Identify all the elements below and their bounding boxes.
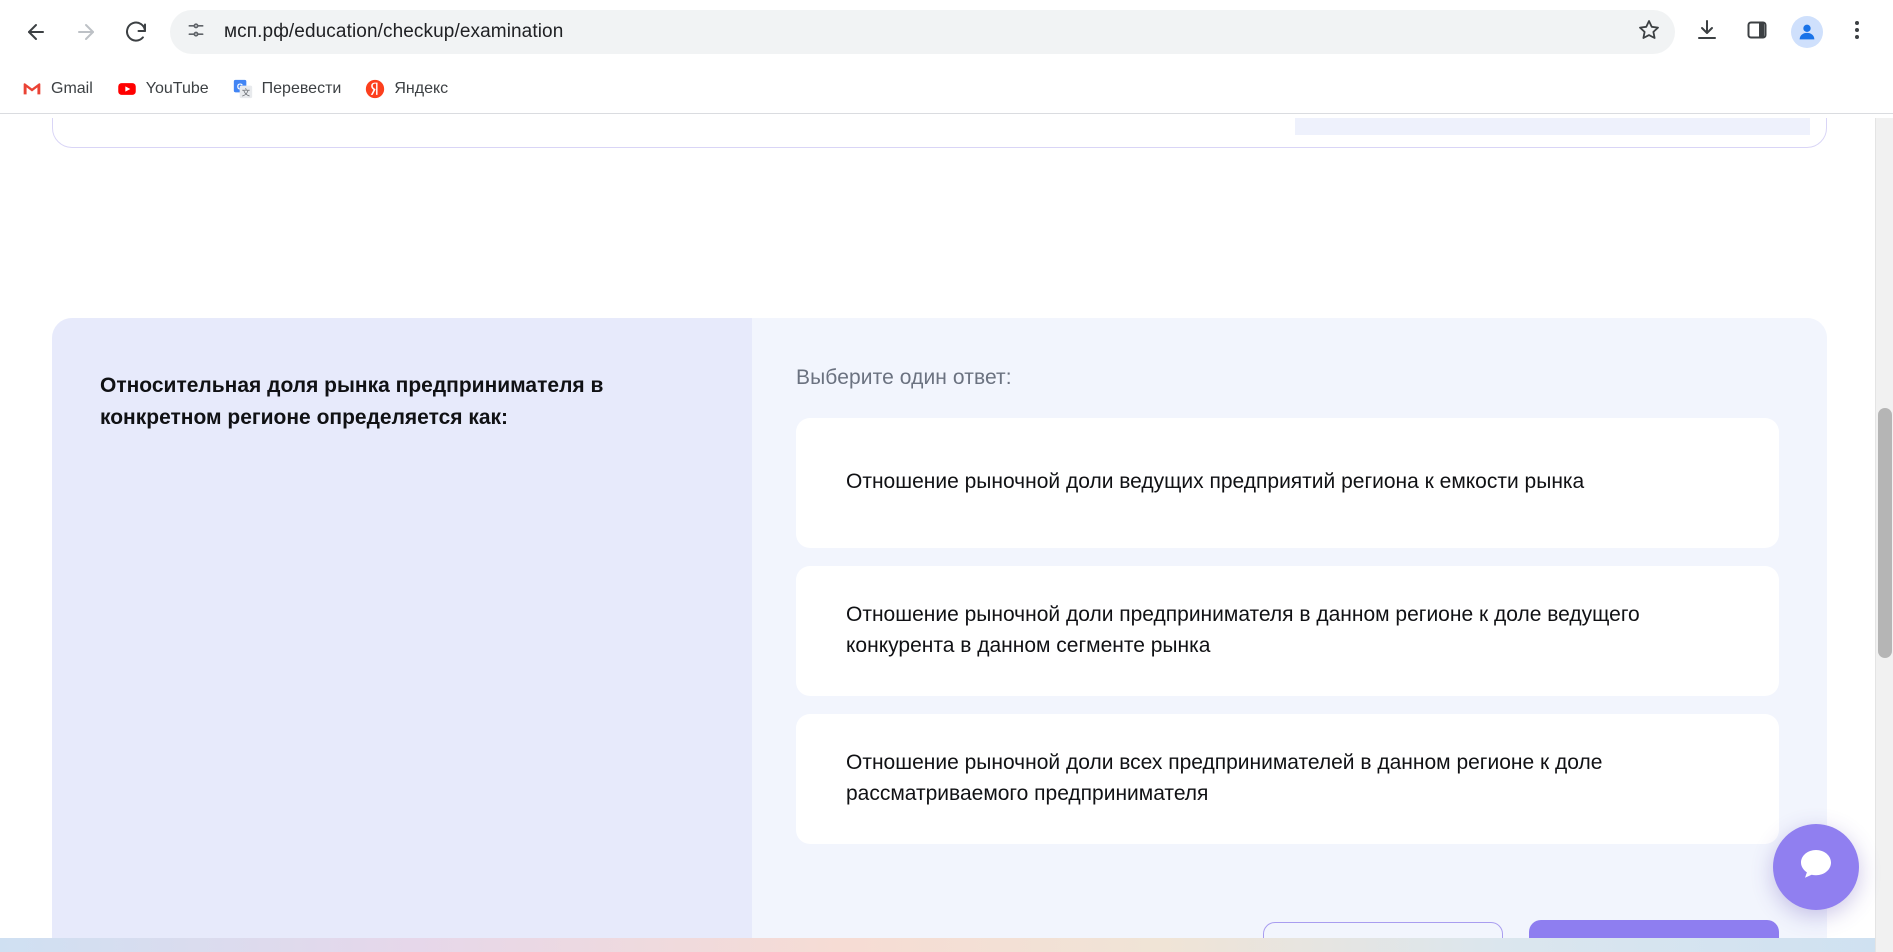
previous-section-card <box>52 118 1827 148</box>
choose-one-answer-label: Выберите один ответ: <box>796 366 1012 389</box>
forward-button[interactable] <box>62 8 110 56</box>
bookmark-youtube[interactable]: YouTube <box>107 71 219 107</box>
answer-option-label: Отношение рыночной доли предпринимателя … <box>846 602 1640 657</box>
question-text: Относительная доля рынка предпринимателя… <box>100 374 604 429</box>
answer-option-label: Отношение рыночной доли всех предпринима… <box>846 750 1603 805</box>
browser-toolbar: мсп.рф/education/checkup/examination <box>0 0 1893 64</box>
downloads-icon <box>1695 18 1719 47</box>
chat-widget-button[interactable] <box>1773 824 1859 910</box>
page-scrollbar[interactable] <box>1875 118 1893 952</box>
footer-gradient-strip <box>0 938 1875 952</box>
gmail-icon <box>22 79 42 99</box>
question-panel: Относительная доля рынка предпринимателя… <box>52 318 752 952</box>
url-text[interactable]: мсп.рф/education/checkup/examination <box>224 21 563 43</box>
yandex-icon <box>365 79 385 99</box>
page-content: Относительная доля рынка предпринимателя… <box>0 118 1875 952</box>
reload-icon <box>124 20 148 44</box>
browser-menu-button[interactable] <box>1833 8 1881 56</box>
bookmarks-bar: Gmail YouTube G 文 Перевести <box>0 64 1893 114</box>
browser-chrome: мсп.рф/education/checkup/examination Gma… <box>0 0 1893 118</box>
bookmark-gmail[interactable]: Gmail <box>12 71 103 107</box>
page-viewport: Относительная доля рынка предпринимателя… <box>0 118 1893 952</box>
answer-option[interactable]: Отношение рыночной доли всех предпринима… <box>796 714 1779 844</box>
bookmark-label: YouTube <box>145 79 209 97</box>
downloads-button[interactable] <box>1683 8 1731 56</box>
profile-button[interactable] <box>1783 8 1831 56</box>
answers-panel: Выберите один ответ: Отношение рыночной … <box>752 318 1827 952</box>
youtube-icon <box>117 79 137 99</box>
chat-bubble-icon <box>1793 842 1839 893</box>
back-arrow-icon <box>24 20 48 44</box>
three-dot-menu-icon <box>1845 18 1869 47</box>
previous-section-tab <box>1295 118 1810 135</box>
side-panel-button[interactable] <box>1733 8 1781 56</box>
reload-button[interactable] <box>112 8 160 56</box>
site-settings-button[interactable] <box>178 14 214 50</box>
bookmark-button[interactable] <box>1629 12 1669 52</box>
google-translate-icon: G 文 <box>233 79 253 99</box>
bookmark-label: Gmail <box>51 79 93 97</box>
answer-option[interactable]: Отношение рыночной доли предпринимателя … <box>796 566 1779 696</box>
answer-option-label: Отношение рыночной доли ведущих предприя… <box>846 470 1585 494</box>
profile-avatar-icon <box>1791 16 1823 48</box>
scrollbar-thumb[interactable] <box>1878 408 1892 658</box>
site-settings-icon <box>186 20 206 45</box>
answer-option[interactable]: Отношение рыночной доли ведущих предприя… <box>796 418 1779 548</box>
forward-arrow-icon <box>74 20 98 44</box>
bookmark-star-icon <box>1637 18 1661 47</box>
bookmark-translate[interactable]: G 文 Перевести <box>223 71 352 107</box>
bookmark-label: Перевести <box>261 79 342 97</box>
side-panel-icon <box>1745 18 1769 47</box>
address-bar[interactable]: мсп.рф/education/checkup/examination <box>170 10 1675 54</box>
bookmark-yandex[interactable]: Яндекс <box>355 71 458 107</box>
bookmark-label: Яндекс <box>394 79 449 97</box>
quiz-block: Относительная доля рынка предпринимателя… <box>52 318 1827 952</box>
answers-list: Отношение рыночной доли ведущих предприя… <box>796 418 1779 844</box>
svg-text:文: 文 <box>241 87 250 97</box>
back-button[interactable] <box>12 8 60 56</box>
